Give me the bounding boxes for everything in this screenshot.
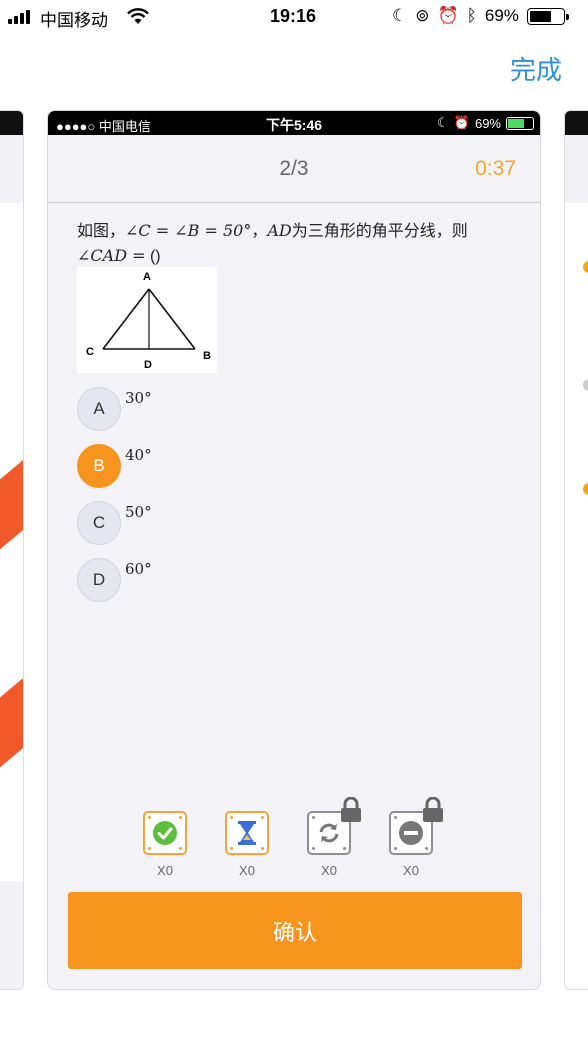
question-card: ●●●●○ 中国电信 下午5:46 ☾ ⏰ 69% 2/3 0:37 如图，∠C… (47, 110, 541, 990)
lock-icon (423, 797, 443, 822)
battery-icon (526, 7, 569, 25)
done-button[interactable]: 完成 (510, 50, 562, 87)
option-b[interactable]: B 40° (77, 444, 277, 501)
orientation-lock-icon: ⊚ (415, 6, 430, 25)
inner-status-bar: ●●●●○ 中国电信 下午5:46 ☾ ⏰ 69% (48, 111, 540, 135)
inner-alarm-icon: ⏰ (453, 115, 470, 130)
option-a-letter: A (77, 387, 121, 431)
question-text: 如图，∠C = ∠B = 50°，AD为三角形的角平分线，则 ∠CAD = () (77, 219, 517, 269)
question-segment: AD (267, 221, 292, 240)
minus-icon (399, 821, 423, 845)
countdown-timer: 0:37 (475, 157, 516, 180)
option-a-value: 30° (125, 389, 152, 407)
battery-percent: 69% (484, 6, 519, 25)
question-middle: 为三角形的角平分线，则 (291, 223, 468, 240)
card-header: 2/3 0:37 (48, 135, 540, 203)
option-c-letter: C (77, 501, 121, 545)
bluetooth-icon: ᛒ (466, 6, 477, 25)
status-bar: 中国移动 19:16 ☾ ⊚ ⏰ ᛒ 69% (0, 0, 588, 34)
tool-remove[interactable]: X0 (389, 797, 443, 878)
inner-carrier: ●●●●○ 中国电信 (56, 119, 151, 134)
tool-correct-count: X0 (157, 863, 173, 878)
signal-icon (8, 10, 30, 24)
tool-correct[interactable]: X0 (143, 811, 187, 878)
question-target: ∠CAD = (77, 246, 146, 265)
inner-clock: 下午5:46 (266, 117, 323, 133)
clock: 19:16 (270, 6, 317, 26)
moon-icon: ☾ (392, 6, 408, 25)
inner-battery-icon (506, 116, 534, 130)
inner-moon-icon: ☾ (437, 115, 449, 130)
previous-card[interactable] (0, 110, 24, 990)
option-b-value: 40° (125, 446, 152, 464)
side-ab (148, 288, 196, 350)
label-b: B (203, 350, 211, 362)
next-card[interactable] (564, 110, 588, 990)
option-c[interactable]: C 50° (77, 501, 277, 558)
question-condition: ∠C = ∠B = 50° (125, 221, 252, 240)
carrier-name: 中国移动 (40, 11, 108, 30)
wifi-icon (126, 7, 150, 30)
refresh-icon (319, 823, 339, 843)
question-prefix: 如图， (77, 223, 126, 240)
question-separator: ， (251, 223, 268, 240)
tool-swap-count: X0 (321, 863, 337, 878)
tool-swap[interactable]: X0 (307, 797, 361, 878)
confirm-button[interactable]: 确认 (68, 892, 522, 969)
question-progress: 2/3 (279, 157, 309, 180)
hourglass-icon (238, 821, 256, 845)
alarm-icon: ⏰ (437, 6, 459, 25)
label-a: A (143, 271, 151, 283)
power-up-toolbar: X0 X0 X0 X0 (143, 797, 443, 878)
triangle-figure: A C B D (77, 267, 217, 373)
option-d[interactable]: D 60° (77, 558, 277, 615)
side-ac (102, 288, 150, 350)
question-blank: () (145, 248, 161, 265)
triangle-diagram: A C B D (86, 271, 211, 371)
label-d: D (144, 359, 152, 371)
option-b-letter: B (77, 444, 121, 488)
lock-icon (341, 797, 361, 822)
tool-time[interactable]: X0 (225, 811, 269, 878)
option-d-letter: D (77, 558, 121, 602)
inner-battery-percent: 69% (474, 115, 501, 131)
tool-time-count: X0 (239, 863, 255, 878)
option-c-value: 50° (125, 503, 152, 521)
tool-remove-count: X0 (403, 863, 419, 878)
check-icon (153, 821, 177, 845)
option-d-value: 60° (125, 560, 152, 578)
label-c: C (86, 346, 94, 358)
answer-options: A 30° B 40° C 50° D 60° (77, 387, 277, 615)
option-a[interactable]: A 30° (77, 387, 277, 444)
